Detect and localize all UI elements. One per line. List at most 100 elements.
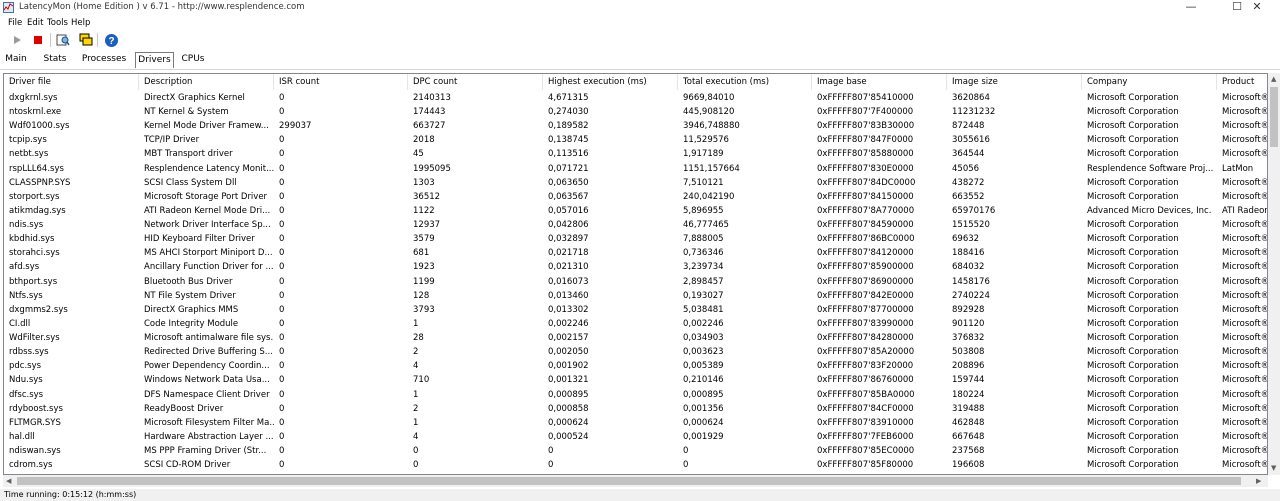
table-cell: 46,777465 (683, 220, 729, 231)
scroll-up-icon[interactable]: ▲ (1271, 75, 1276, 83)
table-cell: Microsoft Corporation (1087, 318, 1179, 329)
table-cell: 4 (413, 431, 419, 442)
menu-tools[interactable]: Tools (47, 18, 68, 28)
report-icon[interactable] (55, 32, 71, 48)
toolbar-separator (97, 33, 98, 47)
column-header[interactable]: Company (1082, 74, 1217, 90)
help-icon[interactable]: ? (103, 32, 119, 48)
scroll-left-icon[interactable]: ◀ (6, 477, 11, 485)
tab-cpus[interactable]: CPUs (179, 52, 207, 68)
table-row[interactable]: ndis.sys Network Driver Interface Sp... 0 1… (4, 218, 1267, 232)
menu-edit[interactable]: Edit (27, 18, 43, 28)
table-row[interactable]: storport.sys Microsoft Storage Port Drive… (4, 190, 1267, 204)
table-cell: 0,113516 (548, 149, 589, 160)
table-row[interactable]: rdyboost.sys ReadyBoost Driver 0 2 0,000858 0… (4, 402, 1267, 416)
scroll-down-icon[interactable]: ▼ (1271, 464, 1276, 472)
table-cell: 0 (279, 333, 285, 344)
table-row[interactable]: kbdhid.sys HID Keyboard Filter Driver 0 357… (4, 232, 1267, 246)
table-cell: SCSI Class System Dll (144, 177, 237, 188)
column-header[interactable]: Image base (812, 74, 947, 90)
table-cell: Resplendence Software Proj... (1087, 163, 1214, 174)
table-cell: Microsoft Corporation (1087, 149, 1179, 160)
column-header[interactable]: DPC count (408, 74, 543, 90)
table-cell: Windows Network Data Usa... (144, 375, 270, 386)
table-cell: kbdhid.sys (9, 234, 55, 245)
table-row[interactable]: dfsc.sys DFS Namespace Client Driver 0 1 0,0… (4, 388, 1267, 402)
table-cell: 0xFFFFF807'85900000 (817, 262, 914, 273)
table-cell: 438272 (952, 177, 985, 188)
scroll-right-icon[interactable]: ▶ (1256, 477, 1261, 485)
table-row[interactable]: ntoskrnl.exe NT Kernel & System 0 174443 0,2… (4, 105, 1267, 119)
table-row[interactable]: afd.sys Ancillary Function Driver for ...… (4, 260, 1267, 274)
column-header[interactable]: Highest execution (ms) (543, 74, 678, 90)
table-cell: 0xFFFFF807'85BA0000 (817, 389, 915, 400)
table-row[interactable]: ndiswan.sys MS PPP Framing Driver (Str...… (4, 444, 1267, 458)
table-row[interactable]: storahci.sys MS AHCI Storport Miniport D.… (4, 246, 1267, 260)
vertical-scrollbar[interactable]: ▲ ▼ (1268, 73, 1280, 475)
table-row[interactable]: atikmdag.sys ATI Radeon Kernel Mode Dri..… (4, 204, 1267, 218)
table-cell: 0,001929 (683, 431, 724, 442)
table-cell: MS AHCI Storport Miniport D... (144, 248, 273, 259)
table-cell: bthport.sys (9, 276, 58, 287)
column-header[interactable]: Total execution (ms) (678, 74, 812, 90)
table-row[interactable]: WdFilter.sys Microsoft antimalware file s… (4, 331, 1267, 345)
table-cell: Microsoft Corporation (1087, 389, 1179, 400)
tab-processes[interactable]: Processes (81, 52, 127, 68)
table-row[interactable]: dxgmms2.sys DirectX Graphics MMS 0 3793 0,01… (4, 303, 1267, 317)
column-header[interactable]: Driver file (4, 74, 139, 90)
table-row[interactable]: Wdf01000.sys Kernel Mode Driver Framew...… (4, 119, 1267, 133)
table-cell: 462848 (952, 417, 985, 428)
table-cell: Resplendence Latency Monit... (144, 163, 274, 174)
column-header[interactable]: Description (139, 74, 274, 90)
table-row[interactable]: FLTMGR.SYS Microsoft Filesystem Filter Ma… (4, 416, 1267, 430)
table-row[interactable]: pdc.sys Power Dependency Coordin... 0 4 0,00… (4, 359, 1268, 373)
table-cell: 0 (279, 304, 285, 315)
table-cell: 0xFFFFF807'87700000 (817, 304, 914, 315)
table-cell: 503808 (952, 347, 985, 358)
table-cell: Microsoft® (1222, 361, 1268, 372)
table-row[interactable]: Ndu.sys Windows Network Data Usa... 0 710 0,… (4, 373, 1267, 387)
table-row[interactable]: netbt.sys MBT Transport driver 0 45 0,113516… (4, 147, 1267, 161)
table-cell: Microsoft Corporation (1087, 93, 1179, 103)
table-cell: atikmdag.sys (9, 205, 66, 216)
menu-help[interactable]: Help (71, 18, 90, 28)
play-icon[interactable] (9, 32, 25, 48)
stop-icon[interactable] (30, 32, 46, 48)
tab-stats[interactable]: Stats (40, 52, 70, 68)
table-cell: Microsoft Corporation (1087, 347, 1179, 358)
table-cell: 0,001321 (548, 375, 589, 386)
table-cell: 3,239734 (683, 262, 724, 273)
tab-drivers[interactable]: Drivers (135, 52, 174, 68)
table-cell: 3055616 (952, 135, 990, 146)
table-cell: rspLLL64.sys (9, 163, 64, 174)
table-cell: 196608 (952, 460, 985, 471)
table-row[interactable]: tcpip.sys TCP/IP Driver 0 2018 0,138745 11,52… (4, 133, 1267, 147)
table-row[interactable]: CI.dll Code Integrity Module 0 1 0,002246 0,0… (4, 317, 1267, 331)
monitor-icon[interactable] (78, 32, 94, 48)
vertical-scroll-thumb[interactable] (1270, 87, 1278, 147)
table-cell: MS PPP Framing Driver (Str... (144, 446, 267, 456)
table-row[interactable]: rdbss.sys Redirected Drive Buffering S...… (4, 345, 1267, 359)
table-row[interactable]: hal.dll Hardware Abstraction Layer ... 0 4 0… (4, 430, 1267, 444)
table-row[interactable]: rspLLL64.sys Resplendence Latency Monit..… (4, 162, 1267, 176)
table-cell: DFS Namespace Client Driver (144, 389, 270, 400)
table-cell: 0 (279, 417, 285, 428)
table-row[interactable]: dxgkrnl.sys DirectX Graphics Kernel 0 21403… (4, 91, 1267, 105)
table-row[interactable]: bthport.sys Bluetooth Bus Driver 0 1199 0,01… (4, 275, 1268, 289)
close-button[interactable]: ✕ (1234, 0, 1280, 16)
minimize-button[interactable]: — (1168, 0, 1214, 16)
tab-main[interactable]: Main (3, 52, 29, 68)
table-cell: 0xFFFFF807'83F20000 (817, 361, 914, 372)
svg-text:?: ? (108, 36, 114, 47)
horizontal-scrollbar[interactable]: ◀ ▶ (3, 475, 1268, 487)
table-row[interactable]: cdrom.sys SCSI CD-ROM Driver 0 0 0 0 0xFFFFF80… (4, 458, 1267, 472)
table-row[interactable]: Ntfs.sys NT File System Driver 0 128 0,01346… (4, 289, 1267, 303)
table-cell: 11,529576 (683, 135, 729, 146)
column-header[interactable]: Image size (947, 74, 1082, 90)
horizontal-scroll-thumb[interactable] (17, 477, 1241, 485)
table-cell: Microsoft® (1222, 276, 1268, 287)
table-row[interactable]: CLASSPNP.SYS SCSI Class System Dll 0 1303 0,… (4, 176, 1267, 190)
menu-file[interactable]: File (8, 18, 22, 28)
column-header[interactable]: ISR count (274, 74, 408, 90)
column-header[interactable]: Product (1217, 74, 1267, 90)
